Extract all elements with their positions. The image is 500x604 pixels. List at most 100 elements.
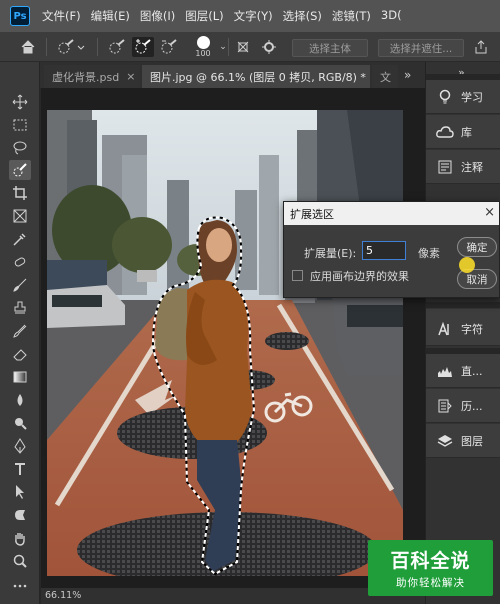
expand-by-input[interactable] — [362, 241, 406, 260]
quick-selection-tool-icon[interactable] — [9, 160, 31, 180]
subtract-from-selection-icon[interactable] — [158, 37, 180, 57]
eraser-tool-icon[interactable] — [9, 344, 31, 364]
learn-icon — [436, 88, 454, 106]
history-brush-icon[interactable] — [9, 321, 31, 341]
document-workspace — [41, 88, 425, 588]
history-icon — [436, 397, 454, 415]
menu-type[interactable]: 文字(Y) — [234, 8, 273, 24]
layers-icon — [436, 432, 454, 450]
menu-items: 文件(F) 编辑(E) 图像(I) 图层(L) 文字(Y) 选择(S) 滤镜(T… — [42, 8, 412, 24]
type-tool-icon[interactable] — [9, 459, 31, 479]
zoom-level: 66.11% — [45, 590, 82, 601]
panel-label: 字符 — [461, 322, 483, 336]
menu-image[interactable]: 图像(I) — [140, 8, 175, 24]
gradient-tool-icon[interactable] — [9, 367, 31, 387]
auto-enhance-icon[interactable] — [259, 37, 279, 57]
tabs-overflow-icon[interactable]: » — [404, 68, 411, 82]
tab-label: 图片.jpg @ 66.1% (图层 0 拷贝, RGB/8) * — [150, 70, 366, 84]
image-canvas[interactable] — [47, 110, 403, 576]
expand-selection-dialog: 扩展选区 × 扩展量(E): 像素 应用画布边界的效果 确定 取消 — [283, 201, 500, 298]
menu-select[interactable]: 选择(S) — [283, 8, 322, 24]
menu-bar: Ps 文件(F) 编辑(E) 图像(I) 图层(L) 文字(Y) 选择(S) 滤… — [0, 0, 500, 32]
panel-comments[interactable]: 注释 — [426, 150, 500, 184]
blur-tool-icon[interactable] — [9, 390, 31, 410]
menu-edit[interactable]: 编辑(E) — [91, 8, 130, 24]
menu-3d[interactable]: 3D( — [381, 8, 402, 24]
panel-layers[interactable]: 图层 — [426, 424, 500, 458]
sample-all-layers-icon[interactable] — [233, 37, 253, 57]
separator — [228, 38, 229, 56]
healing-brush-icon[interactable] — [9, 252, 31, 272]
panel-label: 直... — [461, 364, 483, 378]
panel-label: 学习 — [461, 90, 483, 104]
custom-shape-icon[interactable] — [9, 505, 31, 525]
pen-tool-icon[interactable] — [9, 436, 31, 456]
watermark-title: 百科全说 — [390, 550, 471, 572]
panel-history[interactable]: 历... — [426, 389, 500, 423]
dialog-body: 扩展量(E): 像素 应用画布边界的效果 确定 取消 — [284, 225, 499, 297]
apply-canvas-bounds-checkbox[interactable] — [292, 270, 303, 281]
frame-tool-icon[interactable] — [9, 206, 31, 226]
character-icon — [436, 320, 454, 338]
tab-label: 虚化背景.psd — [52, 70, 120, 84]
menu-filter[interactable]: 滤镜(T) — [332, 8, 371, 24]
panel-histogram[interactable]: 直... — [426, 354, 500, 388]
dialog-titlebar[interactable]: 扩展选区 × — [284, 202, 499, 225]
hand-tool-icon[interactable] — [9, 528, 31, 548]
clone-stamp-icon[interactable] — [9, 298, 31, 318]
select-subject-button[interactable]: 选择主体 — [292, 39, 368, 57]
move-tool-icon[interactable] — [9, 92, 31, 112]
watermark-subtitle: 助你轻松解决 — [396, 577, 465, 589]
menu-layer[interactable]: 图层(L) — [185, 8, 223, 24]
brush-tool-icon[interactable] — [9, 275, 31, 295]
crop-tool-icon[interactable] — [9, 183, 31, 203]
new-selection-icon[interactable] — [106, 37, 128, 57]
panel-label: 图层 — [461, 434, 483, 448]
share-icon[interactable] — [470, 37, 492, 57]
separator — [97, 38, 98, 56]
add-to-selection-icon[interactable] — [132, 37, 154, 57]
zoom-tool-icon[interactable] — [9, 551, 31, 571]
panel-character[interactable]: 字符 — [426, 312, 500, 346]
tab-label: 文 — [380, 70, 391, 84]
tab-image-jpg[interactable]: 图片.jpg @ 66.1% (图层 0 拷贝, RGB/8) * × — [142, 65, 382, 88]
ok-button[interactable]: 确定 — [457, 237, 497, 257]
tab-blur-background[interactable]: 虚化背景.psd × — [44, 65, 140, 88]
panel-label: 注释 — [461, 160, 483, 174]
tools-panel — [0, 62, 40, 604]
expand-by-label: 扩展量(E): — [304, 247, 357, 260]
close-icon[interactable]: × — [484, 205, 495, 220]
brush-size-picker[interactable]: 100 — [188, 34, 218, 60]
chevron-down-icon[interactable]: ⌄ — [219, 37, 227, 57]
histogram-icon — [436, 362, 454, 380]
panel-separator — [426, 302, 500, 308]
right-panel-dock: » 学习 库 注释 调整 字符 直... 历... 图层 — [425, 62, 500, 604]
photo-street-scene — [47, 110, 403, 576]
home-icon[interactable] — [18, 37, 38, 57]
brush-size-preview — [196, 36, 210, 49]
separator — [46, 38, 47, 56]
close-icon[interactable]: × — [126, 70, 135, 83]
dodge-tool-icon[interactable] — [9, 413, 31, 433]
brush-size-value: 100 — [195, 49, 211, 58]
options-bar: 100 ⌄ 选择主体 选择并遮住... — [0, 32, 500, 62]
photoshop-logo: Ps — [10, 6, 30, 26]
menu-file[interactable]: 文件(F) — [42, 8, 81, 24]
dialog-title: 扩展选区 — [290, 207, 334, 221]
cursor-highlight — [459, 257, 475, 273]
more-tools-icon[interactable] — [9, 576, 31, 596]
panel-learn[interactable]: 学习 — [426, 80, 500, 114]
path-selection-icon[interactable] — [9, 482, 31, 502]
lasso-tool-icon[interactable] — [9, 138, 31, 158]
tool-preset-picker[interactable] — [54, 37, 88, 57]
libraries-icon — [436, 123, 454, 141]
marquee-tool-icon[interactable] — [9, 115, 31, 135]
select-and-mask-button[interactable]: 选择并遮住... — [378, 39, 464, 57]
panel-libraries[interactable]: 库 — [426, 115, 500, 149]
tab-truncated[interactable]: 文 — [372, 65, 398, 88]
document-tab-row: « 虚化背景.psd × 图片.jpg @ 66.1% (图层 0 拷贝, RG… — [0, 62, 425, 88]
panel-label: 库 — [461, 125, 472, 139]
comments-icon — [436, 158, 454, 176]
apply-canvas-bounds-label: 应用画布边界的效果 — [310, 270, 409, 283]
eyedropper-tool-icon[interactable] — [9, 229, 31, 249]
